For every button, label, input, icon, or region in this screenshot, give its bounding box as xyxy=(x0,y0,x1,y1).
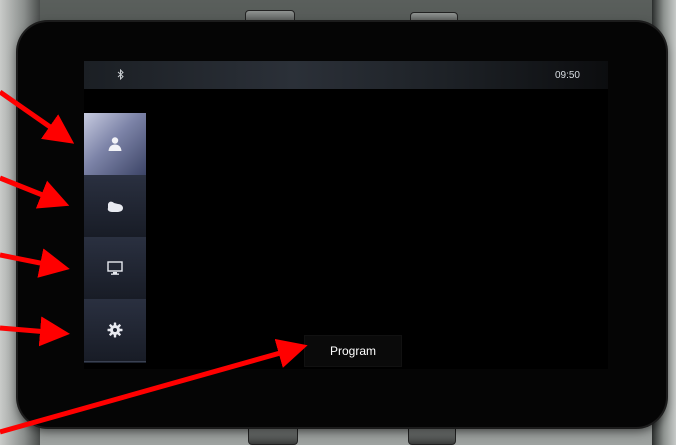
arrow-to-user xyxy=(0,89,75,144)
annotation-arrows xyxy=(0,89,308,435)
arrow-to-display xyxy=(0,248,70,278)
arrow-to-program xyxy=(0,338,308,435)
arrow-to-hand xyxy=(0,175,70,209)
arrow-to-settings xyxy=(0,316,70,347)
